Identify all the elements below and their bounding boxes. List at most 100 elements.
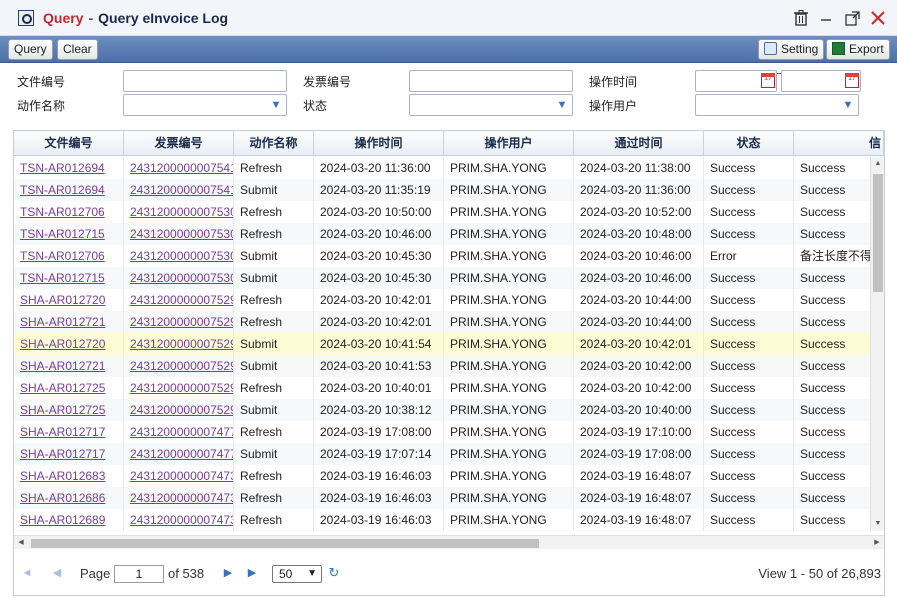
col-invoice-no-cell[interactable]: 24312000000075290 — [124, 399, 234, 421]
col-status-cell: Success — [704, 355, 794, 377]
table-row[interactable]: TSN-AR012715 24312000000075300 Refresh 2024… — [14, 223, 870, 245]
col-invoice-no-cell[interactable]: 24312000000074730 — [124, 509, 234, 531]
col-doc-no-cell[interactable]: SHA-AR012717 — [14, 421, 124, 443]
table-row[interactable]: TSN-AR012706 24312000000075300 Refresh 2024… — [14, 201, 870, 223]
col-doc-no-cell[interactable]: TSN-AR012706 — [14, 201, 124, 223]
page-size-select[interactable]: 50 ▼ — [272, 565, 322, 583]
table-row[interactable]: SHA-AR012683 24312000000074730 Refresh 2024… — [14, 465, 870, 487]
minimize-icon[interactable] — [817, 9, 835, 27]
col-doc-no-cell[interactable]: TSN-AR012715 — [14, 223, 124, 245]
op-user-select[interactable]: ▼ — [695, 94, 859, 116]
col-doc-no-cell[interactable]: SHA-AR012721 — [14, 355, 124, 377]
col-invoice-no-cell[interactable]: 24312000000075290 — [124, 377, 234, 399]
invoice-no-input[interactable] — [409, 70, 573, 92]
col-doc-no-cell[interactable]: SHA-AR012686 — [14, 487, 124, 509]
scroll-left-icon[interactable]: ◀ — [14, 536, 28, 550]
col-invoice-no-cell[interactable]: 24312000000075415 — [124, 179, 234, 201]
op-time-to-input[interactable]: 17 — [781, 70, 861, 92]
col-doc-no-cell[interactable]: SHA-AR012689 — [14, 509, 124, 531]
scroll-thumb[interactable] — [31, 539, 539, 548]
col-pass-time-cell: 2024-03-20 10:48:00 — [574, 223, 704, 245]
col-invoice-no-cell[interactable]: 24312000000074770 — [124, 421, 234, 443]
maximize-icon[interactable] — [843, 9, 861, 27]
setting-button[interactable]: Setting — [758, 39, 825, 60]
close-icon[interactable] — [869, 9, 887, 27]
table-row[interactable]: SHA-AR012721 24312000000075290 Submit 2024-… — [14, 355, 870, 377]
col-invoice-no-cell[interactable]: 24312000000075290 — [124, 289, 234, 311]
export-button[interactable]: Export — [826, 39, 890, 60]
table-row[interactable]: SHA-AR012721 24312000000075290 Refresh 2024… — [14, 311, 870, 333]
col-invoice-no-cell[interactable]: 24312000000075290 — [124, 333, 234, 355]
action-select[interactable]: ▼ — [123, 94, 287, 116]
table-row[interactable]: SHA-AR012717 24312000000074770 Refresh 2024… — [14, 421, 870, 443]
calendar-icon[interactable]: 17 — [761, 73, 775, 88]
table-row[interactable]: SHA-AR012720 24312000000075290 Submit 2024-… — [14, 333, 870, 355]
table-row[interactable]: SHA-AR012686 24312000000074730 Refresh 2024… — [14, 487, 870, 509]
first-page-icon[interactable]: ◄​ — [20, 566, 34, 580]
vertical-scrollbar[interactable]: ▲ ▼ — [870, 157, 884, 531]
scroll-down-icon[interactable]: ▼ — [871, 517, 885, 531]
prev-page-icon[interactable]: ◀ — [50, 566, 64, 580]
next-page-icon[interactable]: ▶ — [221, 566, 235, 580]
col-doc-no-cell[interactable]: TSN-AR012694 — [14, 157, 124, 179]
col-invoice-no-cell[interactable]: 24312000000075290 — [124, 311, 234, 333]
col-invoice-no-cell[interactable]: 24312000000074770 — [124, 443, 234, 465]
col-doc-no-cell[interactable]: SHA-AR012720 — [14, 289, 124, 311]
table-row[interactable]: TSN-AR012706 24312000000075300 Submit 2024-… — [14, 245, 870, 267]
scroll-thumb[interactable] — [873, 174, 883, 292]
col-op-time-header[interactable]: 操作时间 — [314, 131, 444, 155]
col-pass-time-header[interactable]: 通过时间 — [574, 131, 704, 155]
table-row[interactable]: SHA-AR012725 24312000000075290 Submit 2024-… — [14, 399, 870, 421]
scroll-up-icon[interactable]: ▲ — [871, 157, 885, 171]
col-message-cell: Success — [794, 223, 870, 245]
col-doc-no-cell[interactable]: TSN-AR012706 — [14, 245, 124, 267]
scroll-right-icon[interactable]: ▶ — [870, 536, 884, 550]
col-message-header[interactable]: 信 — [794, 131, 884, 155]
col-action-header[interactable]: 动作名称 — [234, 131, 314, 155]
col-op-user-header[interactable]: 操作用户 — [444, 131, 574, 155]
col-invoice-no-header[interactable]: 发票编号 — [124, 131, 234, 155]
title-bar: Query - Query eInvoice Log — [0, 0, 897, 36]
col-invoice-no-cell[interactable]: 24312000000075300 — [124, 201, 234, 223]
col-doc-no-cell[interactable]: SHA-AR012721 — [14, 311, 124, 333]
table-row[interactable]: SHA-AR012720 24312000000075290 Refresh 2024… — [14, 289, 870, 311]
col-invoice-no-cell[interactable]: 24312000000075300 — [124, 267, 234, 289]
col-invoice-no-cell[interactable]: 24312000000075290 — [124, 355, 234, 377]
clear-button[interactable]: Clear — [57, 39, 98, 60]
setting-label: Setting — [781, 42, 819, 56]
col-op-user-cell: PRIM.SHA.YONG — [444, 421, 574, 443]
col-doc-no-cell[interactable]: TSN-AR012694 — [14, 179, 124, 201]
col-pass-time-cell: 2024-03-20 10:44:00 — [574, 311, 704, 333]
col-doc-no-cell[interactable]: SHA-AR012717 — [14, 443, 124, 465]
horizontal-scrollbar[interactable]: ◀ ▶ — [14, 535, 884, 549]
col-invoice-no-cell[interactable]: 24312000000075300 — [124, 245, 234, 267]
col-doc-no-cell[interactable]: SHA-AR012720 — [14, 333, 124, 355]
table-row[interactable]: TSN-AR012694 24312000000075415 Refresh 2024… — [14, 157, 870, 179]
col-doc-no-cell[interactable]: SHA-AR012683 — [14, 465, 124, 487]
last-page-icon[interactable]: ▶​ — [245, 566, 259, 580]
table-row[interactable]: SHA-AR012725 24312000000075290 Refresh 2024… — [14, 377, 870, 399]
col-message-cell: Success — [794, 355, 870, 377]
col-doc-no-header[interactable]: 文件编号 — [14, 131, 124, 155]
doc-no-input[interactable] — [123, 70, 287, 92]
table-row[interactable]: TSN-AR012715 24312000000075300 Submit 2024-… — [14, 267, 870, 289]
col-status-header[interactable]: 状态 — [704, 131, 794, 155]
status-select[interactable]: ▼ — [409, 94, 573, 116]
col-doc-no-cell[interactable]: SHA-AR012725 — [14, 399, 124, 421]
table-row[interactable]: SHA-AR012689 24312000000074730 Refresh 2024… — [14, 509, 870, 531]
col-doc-no-cell[interactable]: SHA-AR012725 — [14, 377, 124, 399]
trash-icon[interactable] — [792, 9, 810, 27]
calendar-icon[interactable]: 17 — [845, 73, 859, 88]
col-invoice-no-cell[interactable]: 24312000000074730 — [124, 465, 234, 487]
col-invoice-no-cell[interactable]: 24312000000074730 — [124, 487, 234, 509]
col-invoice-no-cell[interactable]: 24312000000075415 — [124, 157, 234, 179]
refresh-icon[interactable]: ↻ — [327, 566, 341, 580]
op-time-from-input[interactable]: 17 — [695, 70, 777, 92]
table-row[interactable]: TSN-AR012694 24312000000075415 Submit 2024-… — [14, 179, 870, 201]
col-op-user-cell: PRIM.SHA.YONG — [444, 157, 574, 179]
page-input[interactable]: 1 — [114, 565, 164, 583]
col-doc-no-cell[interactable]: TSN-AR012715 — [14, 267, 124, 289]
query-button[interactable]: Query — [8, 39, 53, 60]
table-row[interactable]: SHA-AR012717 24312000000074770 Submit 2024-… — [14, 443, 870, 465]
col-invoice-no-cell[interactable]: 24312000000075300 — [124, 223, 234, 245]
